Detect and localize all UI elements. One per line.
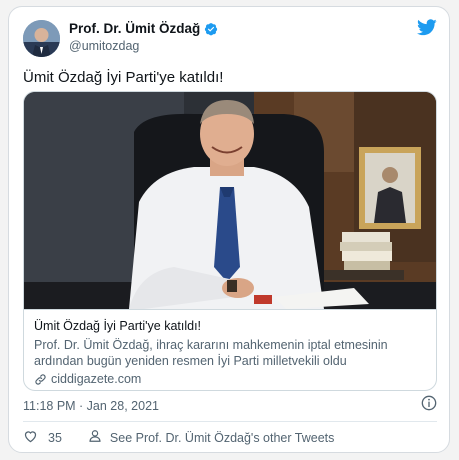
twitter-bird-icon[interactable] <box>417 19 437 41</box>
author-name[interactable]: Prof. Dr. Ümit Özdağ <box>69 21 200 36</box>
heart-icon <box>23 429 38 446</box>
link-icon <box>34 373 47 386</box>
preview-title: Ümit Özdağ İyi Parti'ye katıldı! <box>34 319 202 333</box>
divider <box>23 421 437 422</box>
preview-image[interactable] <box>24 92 436 309</box>
preview-domain-text: ciddigazete.com <box>51 372 142 386</box>
person-icon <box>88 429 102 446</box>
tweet-actions: 35 See Prof. Dr. Ümit Özdağ's other Twee… <box>23 429 334 446</box>
preview-domain: ciddigazete.com <box>34 372 428 386</box>
preview-description: Prof. Dr. Ümit Özdağ, ihraç kararını mah… <box>34 338 388 368</box>
info-icon[interactable] <box>421 395 437 416</box>
see-other-tweets-link[interactable]: See Prof. Dr. Ümit Özdağ's other Tweets <box>88 429 334 446</box>
tweet-text: Ümit Özdağ İyi Parti'ye katıldı! <box>23 69 224 86</box>
author-name-row: Prof. Dr. Ümit Özdağ <box>69 21 218 36</box>
verified-badge-icon <box>204 22 218 36</box>
author-handle[interactable]: @umitozdag <box>69 39 139 53</box>
tweet-card: Prof. Dr. Ümit Özdağ @umitozdag Ümit Özd… <box>8 6 450 453</box>
avatar[interactable] <box>23 20 60 57</box>
preview-meta: Ümit Özdağ İyi Parti'ye katıldı! Prof. D… <box>24 309 436 390</box>
tweet-timestamp[interactable]: 11:18 PM · Jan 28, 2021 <box>23 399 159 413</box>
like-count: 35 <box>48 430 62 445</box>
see-other-tweets-label: See Prof. Dr. Ümit Özdağ's other Tweets <box>109 430 335 445</box>
link-preview-card[interactable]: Ümit Özdağ İyi Parti'ye katıldı! Prof. D… <box>23 91 437 391</box>
like-button[interactable]: 35 <box>23 429 62 446</box>
